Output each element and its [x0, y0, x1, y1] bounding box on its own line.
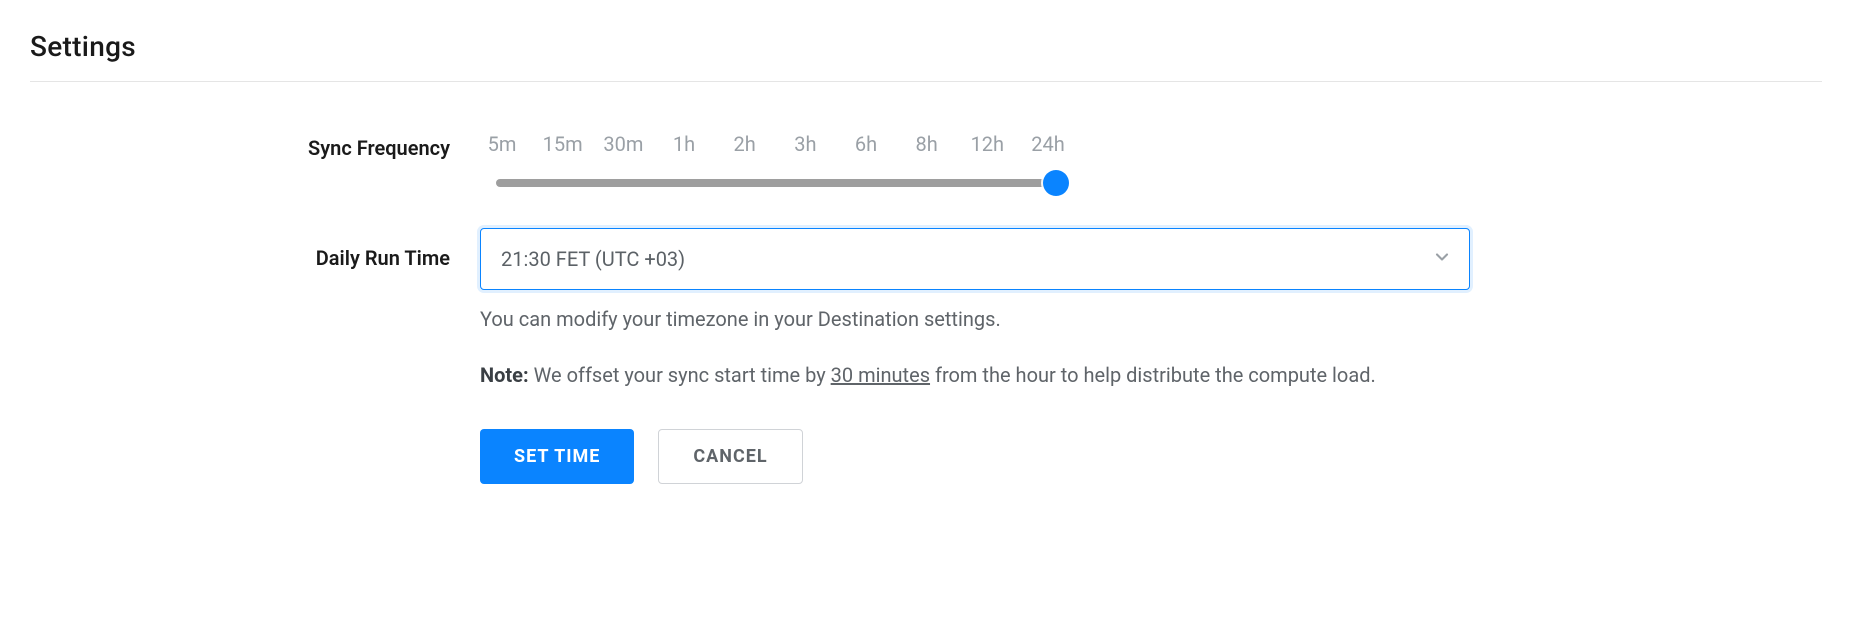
slider-track [496, 179, 1056, 187]
daily-run-time-control: 21:30 FET (UTC +03) You can modify your … [480, 228, 1470, 484]
slider-tick-15m[interactable]: 15m [543, 132, 583, 156]
slider-tick-30m[interactable]: 30m [603, 132, 643, 156]
slider-tick-2h[interactable]: 2h [725, 132, 765, 156]
slider-tick-6h[interactable]: 6h [846, 132, 886, 156]
sync-frequency-row: Sync Frequency 5m 15m 30m 1h 2h 3h 6h 8h… [30, 132, 1470, 198]
set-time-button[interactable]: SET TIME [480, 429, 634, 484]
sync-frequency-slider[interactable]: 5m 15m 30m 1h 2h 3h 6h 8h 12h 24h [480, 132, 1470, 198]
sync-frequency-control: 5m 15m 30m 1h 2h 3h 6h 8h 12h 24h [480, 132, 1470, 198]
daily-run-time-label: Daily Run Time [30, 228, 480, 270]
slider-tick-1h[interactable]: 1h [664, 132, 704, 156]
cancel-button[interactable]: CANCEL [658, 429, 802, 484]
note-offset: 30 minutes [831, 363, 930, 387]
daily-run-time-select-wrapper: 21:30 FET (UTC +03) [480, 228, 1470, 290]
settings-form: Sync Frequency 5m 15m 30m 1h 2h 3h 6h 8h… [30, 132, 1470, 484]
note-suffix: from the hour to help distribute the com… [930, 363, 1376, 387]
note-prefix: We offset your sync start time by [529, 363, 831, 387]
slider-tick-3h[interactable]: 3h [785, 132, 825, 156]
page-title: Settings [30, 30, 1822, 63]
sync-frequency-label: Sync Frequency [30, 132, 480, 160]
slider-tick-8h[interactable]: 8h [907, 132, 947, 156]
slider-ticks: 5m 15m 30m 1h 2h 3h 6h 8h 12h 24h [480, 132, 1070, 156]
slider-tick-12h[interactable]: 12h [967, 132, 1007, 156]
slider-thumb[interactable] [1043, 170, 1069, 196]
daily-run-time-row: Daily Run Time 21:30 FET (UTC +03) You c… [30, 228, 1470, 484]
note-label: Note: [480, 363, 529, 387]
button-row: SET TIME CANCEL [480, 429, 1470, 484]
daily-run-time-select[interactable]: 21:30 FET (UTC +03) [480, 228, 1470, 290]
offset-note: Note: We offset your sync start time by … [480, 360, 1470, 391]
slider-tick-5m[interactable]: 5m [482, 132, 522, 156]
divider [30, 81, 1822, 82]
slider-track-container[interactable] [496, 168, 1056, 198]
slider-tick-24h[interactable]: 24h [1028, 132, 1068, 156]
timezone-helper-text: You can modify your timezone in your Des… [480, 304, 1470, 334]
